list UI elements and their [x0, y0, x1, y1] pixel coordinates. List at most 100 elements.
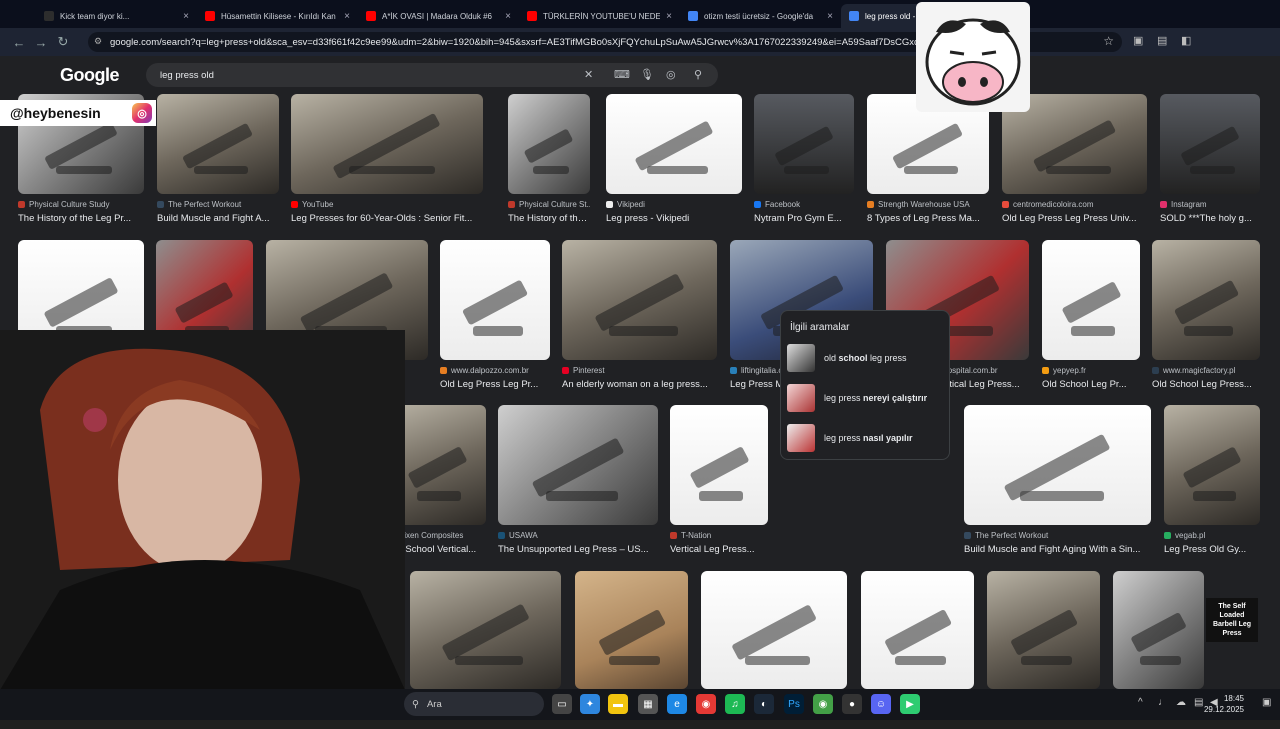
result-title[interactable]: 8 Types of Leg Press Ma... [867, 213, 989, 224]
system-clock[interactable]: 18:45 29.12.2025 [1204, 693, 1244, 715]
result-title[interactable]: Build Muscle and Fight Aging With a Sin.… [964, 544, 1151, 555]
chevron-up-icon[interactable]: ^ [1138, 697, 1143, 708]
result-source[interactable]: T-Nation [670, 531, 768, 540]
image-result[interactable]: The Perfect Workout Build Muscle and Figh… [157, 94, 279, 234]
result-title[interactable]: Old School Leg Press... [1152, 379, 1260, 390]
microphone-icon[interactable]: ♩ [1158, 697, 1168, 708]
result-source[interactable]: www.dalpozzo.com.br [440, 366, 550, 375]
result-title[interactable]: Vertical Leg Press... [670, 544, 768, 555]
result-source[interactable]: vegab.pl [1164, 531, 1260, 540]
result-source[interactable]: The Perfect Workout [157, 200, 279, 209]
app-icon[interactable]: ▶ [900, 694, 920, 714]
image-result[interactable]: Strength Warehouse USA 8 Types of Leg Pre… [867, 94, 989, 234]
close-icon[interactable]: × [827, 11, 833, 22]
result-title[interactable]: An elderly woman on a leg press... [562, 379, 717, 390]
back-icon[interactable]: ← [8, 35, 30, 50]
chrome-icon[interactable]: ◉ [813, 694, 833, 714]
result-thumbnail[interactable] [575, 571, 688, 689]
cloud-icon[interactable]: ☁ [1176, 697, 1186, 708]
result-source[interactable]: YouTube [291, 200, 483, 209]
image-result[interactable]: YouTube Leg Presses for 60-Year-Olds : Se… [291, 94, 483, 234]
result-title[interactable]: The History of the Leg Pr... [18, 213, 144, 224]
obs-icon[interactable]: ● [842, 694, 862, 714]
edge-icon[interactable]: e [667, 694, 687, 714]
result-title[interactable]: Old Leg Press Leg Pr... [440, 379, 550, 390]
image-result[interactable]: Pinterest An elderly woman on a leg press… [562, 240, 717, 400]
reload-icon[interactable]: ↻ [52, 34, 74, 50]
result-source[interactable]: Physical Culture St... [508, 200, 590, 209]
result-thumbnail[interactable] [1164, 405, 1260, 525]
result-thumbnail[interactable] [701, 571, 847, 689]
network-icon[interactable]: ▤ [1194, 697, 1203, 708]
browser-tab[interactable]: TÜRKLERİN YOUTUBE'U NEDEN × [519, 4, 680, 28]
image-result[interactable]: vegab.pl Leg Press Old Gy... [1164, 405, 1260, 565]
extension-icon[interactable]: ◧ [1181, 34, 1191, 47]
image-result[interactable]: USAWA The Unsupported Leg Press – US... [498, 405, 658, 565]
close-icon[interactable]: × [666, 11, 672, 22]
result-source[interactable]: Strength Warehouse USA [867, 200, 989, 209]
close-icon[interactable]: × [505, 11, 511, 22]
browser-tab[interactable]: Kick team diyor ki... × [36, 4, 197, 28]
image-result[interactable]: Physical Culture St... The History of the… [508, 94, 590, 234]
bookmark-star-icon[interactable]: ☆ [1103, 34, 1114, 48]
result-thumbnail[interactable] [861, 571, 974, 689]
result-thumbnail[interactable] [498, 405, 658, 525]
result-thumbnail[interactable] [987, 571, 1100, 689]
result-thumbnail[interactable] [964, 405, 1151, 525]
image-result[interactable]: Vikipedi Leg press - Vikipedi [606, 94, 742, 234]
result-thumbnail[interactable] [291, 94, 483, 194]
result-source[interactable]: Facebook [754, 200, 854, 209]
search-input[interactable]: leg press old [160, 70, 214, 81]
extension-icon[interactable]: ▤ [1157, 34, 1167, 47]
image-result[interactable]: Facebook Nytram Pro Gym E... [754, 94, 854, 234]
result-source[interactable]: Instagram [1160, 200, 1260, 209]
steam-icon[interactable]: ◐ [754, 694, 774, 714]
result-title[interactable]: Leg Press Old Gy... [1164, 544, 1260, 555]
browser-tab[interactable]: otizm testi ücretsiz - Google'da × [680, 4, 841, 28]
site-info-icon[interactable]: ⚙ [94, 36, 102, 47]
related-item[interactable]: leg press nereyi çalıştırır [787, 383, 947, 413]
result-title[interactable]: Leg press - Vikipedi [606, 213, 742, 224]
copilot-icon[interactable]: ✦ [580, 694, 600, 714]
image-result[interactable]: T-Nation Vertical Leg Press... [670, 405, 768, 565]
related-item[interactable]: leg press nasıl yapılır [787, 423, 947, 453]
taskbar-search[interactable]: ⚲ Ara [404, 692, 544, 716]
result-source[interactable]: Vikipedi [606, 200, 742, 209]
microphone-icon[interactable]: 🎙 [640, 68, 654, 81]
result-source[interactable]: yepyep.fr [1042, 366, 1140, 375]
chrome-icon[interactable]: ◉ [696, 694, 716, 714]
notification-icon[interactable]: ▣ [1262, 697, 1271, 708]
result-title[interactable]: Old School Leg Pr... [1042, 379, 1140, 390]
file-icon[interactable]: ▭ [552, 694, 572, 714]
clear-icon[interactable]: ✕ [584, 68, 593, 81]
result-thumbnail[interactable] [1152, 240, 1260, 360]
result-thumbnail[interactable] [606, 94, 742, 194]
result-source[interactable]: Pinterest [562, 366, 717, 375]
browser-tab[interactable]: Hüsamettin Kilisese - Kırıldı Kan × [197, 4, 358, 28]
image-result[interactable]: centromedicoloira.com Old Leg Press Leg P… [1002, 94, 1147, 234]
result-title[interactable]: Old Leg Press Leg Press Univ... [1002, 213, 1147, 224]
image-result[interactable]: www.magicfactory.pl Old School Leg Press.… [1152, 240, 1260, 400]
search-box[interactable]: leg press old ✕ ⌨ 🎙 ◎ ⚲ [146, 63, 718, 87]
related-item[interactable]: old school leg press [787, 343, 947, 373]
store-icon[interactable]: ▦ [638, 694, 658, 714]
result-title[interactable]: The History of the ... [508, 213, 590, 224]
google-logo[interactable]: Google [60, 65, 120, 86]
close-icon[interactable]: × [344, 11, 350, 22]
result-source[interactable]: centromedicoloira.com [1002, 200, 1147, 209]
result-thumbnail[interactable] [157, 94, 279, 194]
extension-icon[interactable]: ▣ [1133, 34, 1143, 47]
result-thumbnail[interactable] [1160, 94, 1260, 194]
result-thumbnail[interactable] [1042, 240, 1140, 360]
result-thumbnail[interactable] [410, 571, 561, 689]
spotify-icon[interactable]: ♫ [725, 694, 745, 714]
result-title[interactable]: The Unsupported Leg Press – US... [498, 544, 658, 555]
result-source[interactable]: USAWA [498, 531, 658, 540]
image-result[interactable]: Instagram SOLD ***The holy g... [1160, 94, 1260, 234]
result-thumbnail[interactable] [508, 94, 590, 194]
result-thumbnail[interactable] [1113, 571, 1204, 689]
camera-search-icon[interactable]: ◎ [666, 68, 676, 81]
forward-icon[interactable]: → [30, 35, 52, 50]
folder-icon[interactable]: ▬ [608, 694, 628, 714]
result-thumbnail[interactable] [670, 405, 768, 525]
